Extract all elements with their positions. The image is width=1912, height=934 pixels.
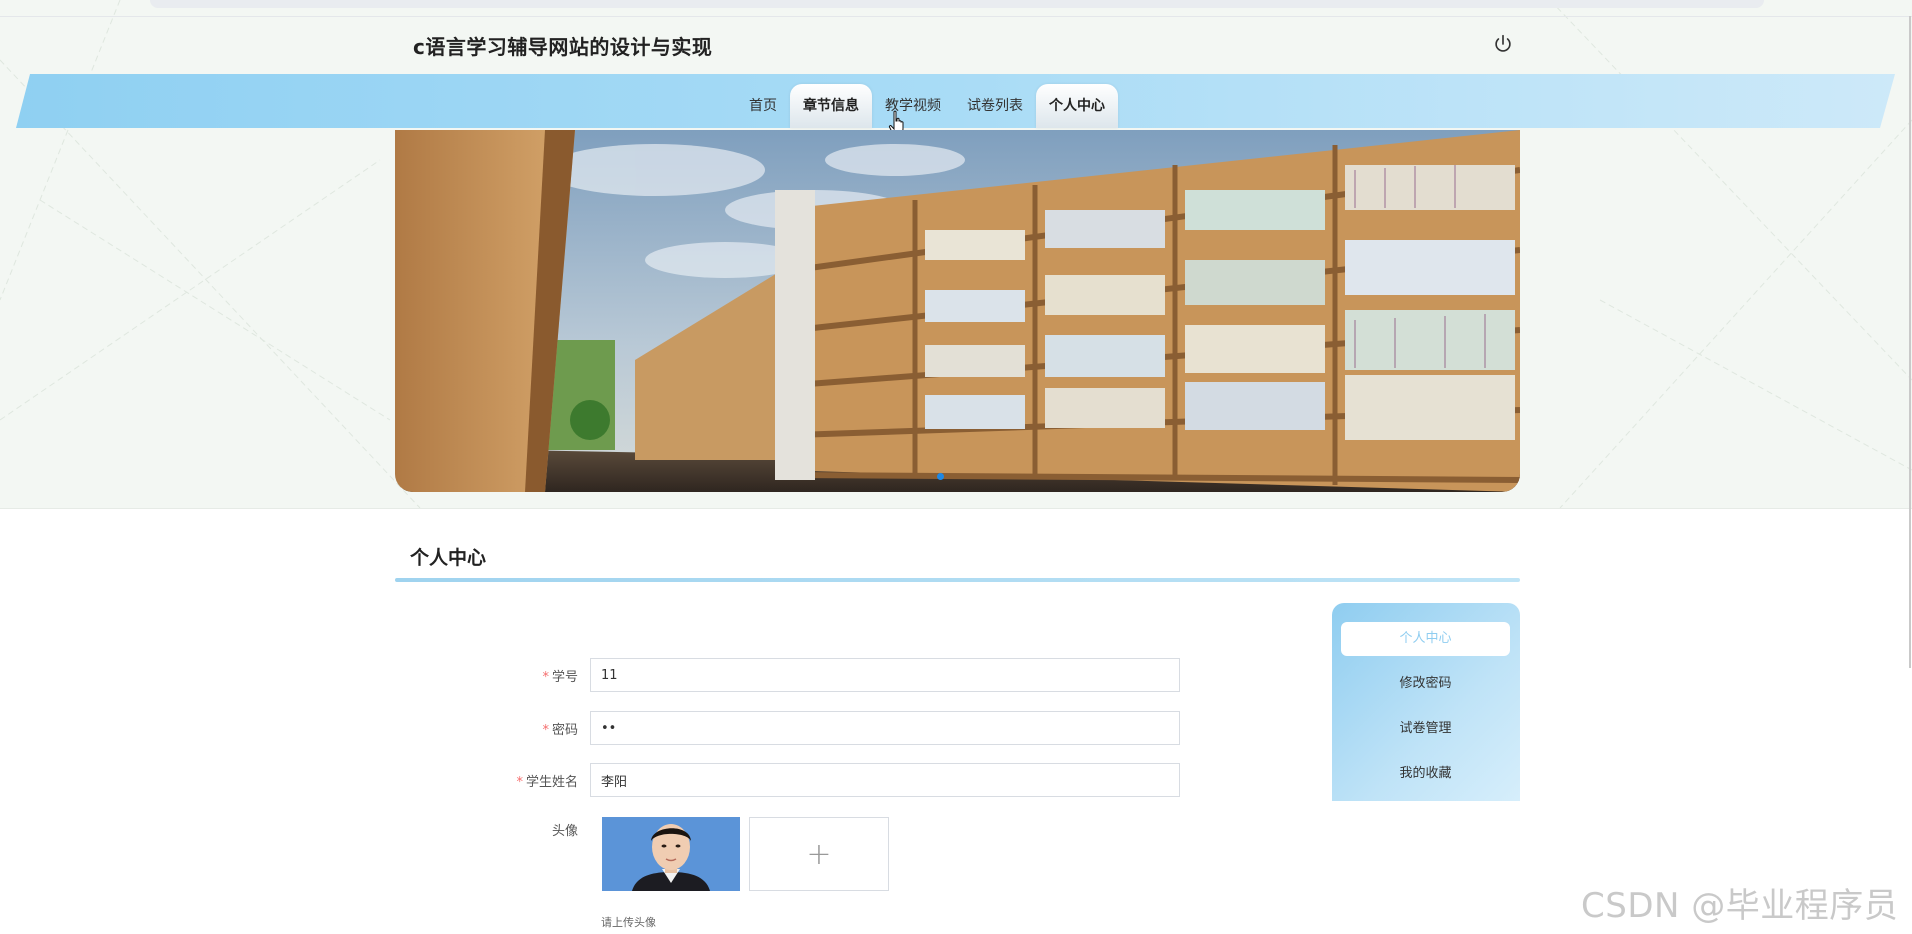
avatar-upload-button[interactable]: +: [749, 817, 889, 891]
watermark: CSDN @毕业程序员: [1581, 886, 1899, 926]
student-id-label: * 学号: [542, 670, 578, 685]
form-row-student-name: * 学生姓名: [500, 763, 1180, 797]
student-name-input[interactable]: [590, 763, 1180, 797]
form-row-student-id: * 学号: [500, 658, 1180, 692]
section-title: 个人中心: [410, 547, 487, 569]
scrollbar[interactable]: [1909, 16, 1911, 668]
plus-icon: +: [806, 836, 832, 872]
side-item-favorites[interactable]: 我的收藏: [1341, 757, 1510, 791]
avatar-upload-hint: 请上传头像: [601, 916, 656, 929]
section-divider: [395, 578, 1520, 582]
side-item-change-password[interactable]: 修改密码: [1341, 667, 1510, 701]
side-item-profile[interactable]: 个人中心: [1341, 622, 1510, 656]
student-name-label: * 学生姓名: [516, 775, 578, 790]
banner-image: [395, 130, 1520, 492]
form-row-password: * 密码: [500, 711, 1180, 745]
password-label: * 密码: [542, 723, 578, 738]
site-title: c语言学习辅导网站的设计与实现: [413, 35, 713, 59]
avatar-image[interactable]: [602, 817, 740, 891]
nav-chapters[interactable]: 章节信息: [790, 84, 872, 128]
nav-home[interactable]: 首页: [736, 84, 790, 128]
browser-divider: [0, 16, 1912, 17]
avatar-photo: [602, 817, 740, 891]
student-id-input[interactable]: [590, 658, 1180, 692]
avatar-label: 头像: [551, 824, 578, 839]
browser-toolbar-strip: [150, 0, 1764, 8]
carousel-dot[interactable]: [937, 473, 944, 480]
library-photo: [395, 130, 1520, 492]
profile-side-menu: 个人中心 修改密码 试卷管理 我的收藏: [1332, 603, 1520, 801]
nav-videos[interactable]: 教学视频: [872, 84, 954, 128]
power-icon[interactable]: [1492, 33, 1514, 55]
main-nav: 首页 章节信息 教学视频 试卷列表 个人中心: [736, 82, 1118, 130]
nav-exams[interactable]: 试卷列表: [954, 84, 1036, 128]
password-input[interactable]: [590, 711, 1180, 745]
side-item-exam-management[interactable]: 试卷管理: [1341, 712, 1510, 746]
nav-profile[interactable]: 个人中心: [1036, 84, 1118, 128]
